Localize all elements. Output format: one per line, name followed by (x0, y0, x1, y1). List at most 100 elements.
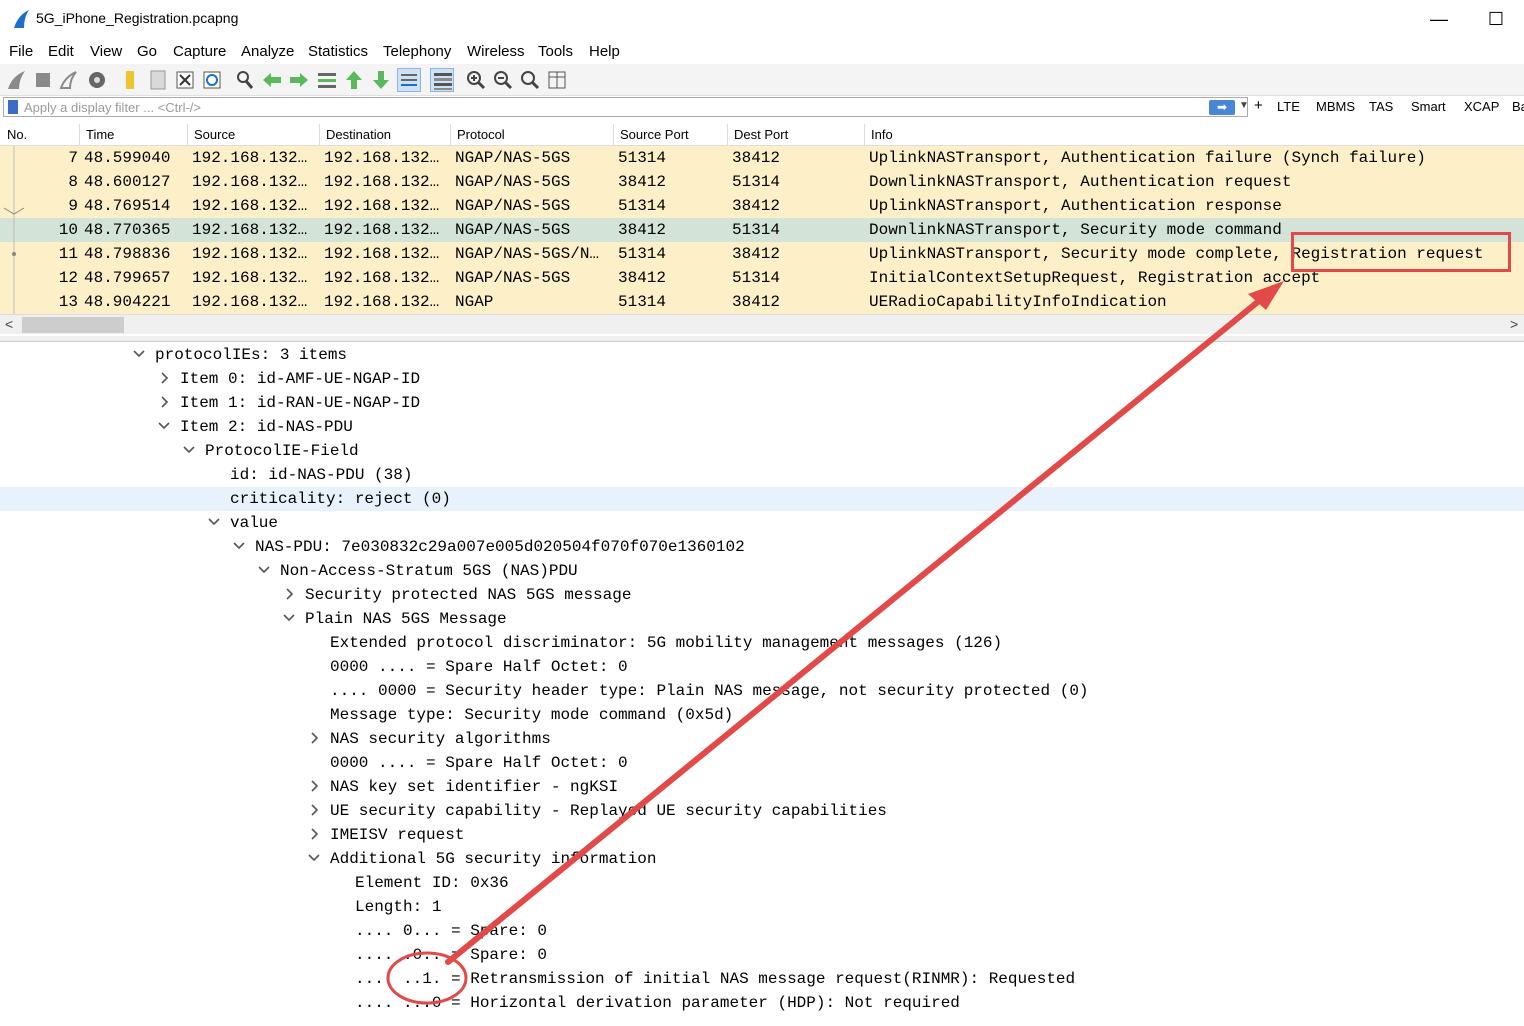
tree-row[interactable]: UE security capability - Replayed UE sec… (0, 799, 1524, 823)
stop-capture-icon[interactable] (31, 68, 55, 92)
tree-row[interactable]: Security protected NAS 5GS message (0, 583, 1524, 607)
tree-row[interactable]: criticality: reject (0) (0, 487, 1524, 511)
tree-row[interactable]: Extended protocol discriminator: 5G mobi… (0, 631, 1524, 655)
tree-row[interactable]: Message type: Security mode command (0x5… (0, 703, 1524, 727)
packet-list-hscrollbar[interactable]: < > (0, 314, 1524, 334)
column-info[interactable]: Info (871, 127, 893, 146)
menu-telephony[interactable]: Telephony (383, 43, 451, 60)
tree-row[interactable]: .... ...0 = Horizontal derivation parame… (0, 991, 1524, 1015)
tree-row[interactable]: IMEISV request (0, 823, 1524, 847)
tree-row[interactable]: .... ..1. = Retransmission of initial NA… (0, 967, 1524, 991)
filter-button-more[interactable]: Ba (1512, 99, 1524, 114)
chevron-down-icon[interactable] (282, 611, 296, 627)
tree-row[interactable]: NAS security algorithms (0, 727, 1524, 751)
zoom-in-icon[interactable] (464, 68, 488, 92)
display-filter-input[interactable]: Apply a display filter ... <Ctrl-/> ➡ ▼ (3, 97, 1249, 117)
bookmark-icon[interactable] (8, 100, 18, 114)
menu-help[interactable]: Help (589, 43, 620, 60)
packet-row[interactable]: 8 48.600127 192.168.132… 192.168.132… NG… (0, 170, 1524, 194)
chevron-down-icon[interactable] (157, 419, 171, 435)
chevron-right-icon[interactable] (307, 731, 321, 747)
tree-row[interactable]: Item 1: id-RAN-UE-NGAP-ID (0, 391, 1524, 415)
tree-row[interactable]: Additional 5G security information (0, 847, 1524, 871)
chevron-right-icon[interactable] (157, 395, 171, 411)
menu-edit[interactable]: Edit (48, 43, 74, 60)
tree-row[interactable]: Item 0: id-AMF-UE-NGAP-ID (0, 367, 1524, 391)
shark-fin-start-icon[interactable] (5, 68, 29, 92)
tree-row[interactable]: value (0, 511, 1524, 535)
first-packet-icon[interactable] (342, 68, 366, 92)
go-to-packet-icon[interactable] (315, 68, 339, 92)
chevron-right-icon[interactable] (307, 827, 321, 843)
column-dest-port[interactable]: Dest Port (734, 127, 788, 146)
colorize-icon[interactable] (430, 68, 454, 92)
column-protocol[interactable]: Protocol (457, 127, 505, 146)
tree-row[interactable]: 0000 .... = Spare Half Octet: 0 (0, 655, 1524, 679)
menu-statistics[interactable]: Statistics (308, 43, 368, 60)
column-source[interactable]: Source (194, 127, 235, 146)
packet-row[interactable]: 9 48.769514 192.168.132… 192.168.132… NG… (0, 194, 1524, 218)
chevron-down-icon[interactable] (232, 539, 246, 555)
chevron-down-icon[interactable] (182, 443, 196, 459)
minimize-button[interactable]: — (1419, 6, 1459, 32)
last-packet-icon[interactable] (369, 68, 393, 92)
tree-row[interactable]: Element ID: 0x36 (0, 871, 1524, 895)
close-file-icon[interactable] (173, 68, 197, 92)
normal-size-icon[interactable] (518, 68, 542, 92)
capture-options-icon[interactable] (85, 68, 109, 92)
menu-analyze[interactable]: Analyze (241, 43, 294, 60)
resize-columns-icon[interactable] (545, 68, 569, 92)
column-source-port[interactable]: Source Port (620, 127, 689, 146)
scrollbar-thumb[interactable] (22, 317, 124, 333)
tree-row[interactable]: NAS key set identifier - ngKSI (0, 775, 1524, 799)
save-file-icon[interactable] (146, 68, 170, 92)
tree-row[interactable]: Length: 1 (0, 895, 1524, 919)
packet-row[interactable]: 13 48.904221 192.168.132… 192.168.132… N… (0, 290, 1524, 314)
chevron-right-icon[interactable] (307, 779, 321, 795)
autoscroll-icon[interactable] (397, 68, 421, 92)
tree-row[interactable]: Non-Access-Stratum 5GS (NAS)PDU (0, 559, 1524, 583)
filter-button-tas[interactable]: TAS (1369, 99, 1393, 114)
menu-view[interactable]: View (90, 43, 122, 60)
filter-button-smart[interactable]: Smart (1411, 99, 1446, 114)
chevron-right-icon[interactable] (307, 803, 321, 819)
chevron-down-icon[interactable] (307, 851, 321, 867)
tree-row[interactable]: protocolIEs: 3 items (0, 343, 1524, 367)
go-back-icon[interactable] (260, 68, 284, 92)
column-divider[interactable] (79, 124, 80, 146)
column-divider[interactable] (319, 124, 320, 146)
chevron-right-icon[interactable] (282, 587, 296, 603)
restart-capture-icon[interactable] (57, 68, 81, 92)
open-file-icon[interactable] (118, 68, 142, 92)
tree-row[interactable]: .... 0... = Spare: 0 (0, 919, 1524, 943)
tree-row[interactable]: .... .0.. = Spare: 0 (0, 943, 1524, 967)
tree-row[interactable]: NAS-PDU: 7e030832c29a007e005d020504f070f… (0, 535, 1524, 559)
tree-row[interactable]: id: id-NAS-PDU (38) (0, 463, 1524, 487)
find-packet-icon[interactable] (233, 68, 257, 92)
tree-row[interactable]: ProtocolIE-Field (0, 439, 1524, 463)
maximize-button[interactable]: ☐ (1476, 6, 1516, 32)
menu-wireless[interactable]: Wireless (467, 43, 525, 60)
column-time[interactable]: Time (86, 127, 114, 146)
add-filter-button-icon[interactable]: + (1254, 97, 1263, 114)
chevron-down-icon[interactable] (207, 515, 221, 531)
packet-row[interactable]: 7 48.599040 192.168.132… 192.168.132… NG… (0, 146, 1524, 170)
scroll-right-icon[interactable]: > (1510, 316, 1518, 332)
chevron-down-icon[interactable] (132, 347, 146, 363)
column-divider[interactable] (613, 124, 614, 146)
column-divider[interactable] (187, 124, 188, 146)
tree-row[interactable]: Plain NAS 5GS Message (0, 607, 1524, 631)
menu-capture[interactable]: Capture (173, 43, 226, 60)
column-divider[interactable] (864, 124, 865, 146)
filter-button-mbms[interactable]: MBMS (1316, 99, 1355, 114)
tree-row[interactable]: Item 2: id-NAS-PDU (0, 415, 1524, 439)
chevron-down-icon[interactable] (257, 563, 271, 579)
menu-file[interactable]: File (9, 43, 33, 60)
column-divider[interactable] (450, 124, 451, 146)
chevron-right-icon[interactable] (157, 371, 171, 387)
column-divider[interactable] (727, 124, 728, 146)
column-no[interactable]: No. (7, 127, 27, 146)
tree-row[interactable]: .... 0000 = Security header type: Plain … (0, 679, 1524, 703)
menu-tools[interactable]: Tools (538, 43, 573, 60)
filter-button-lte[interactable]: LTE (1277, 99, 1300, 114)
